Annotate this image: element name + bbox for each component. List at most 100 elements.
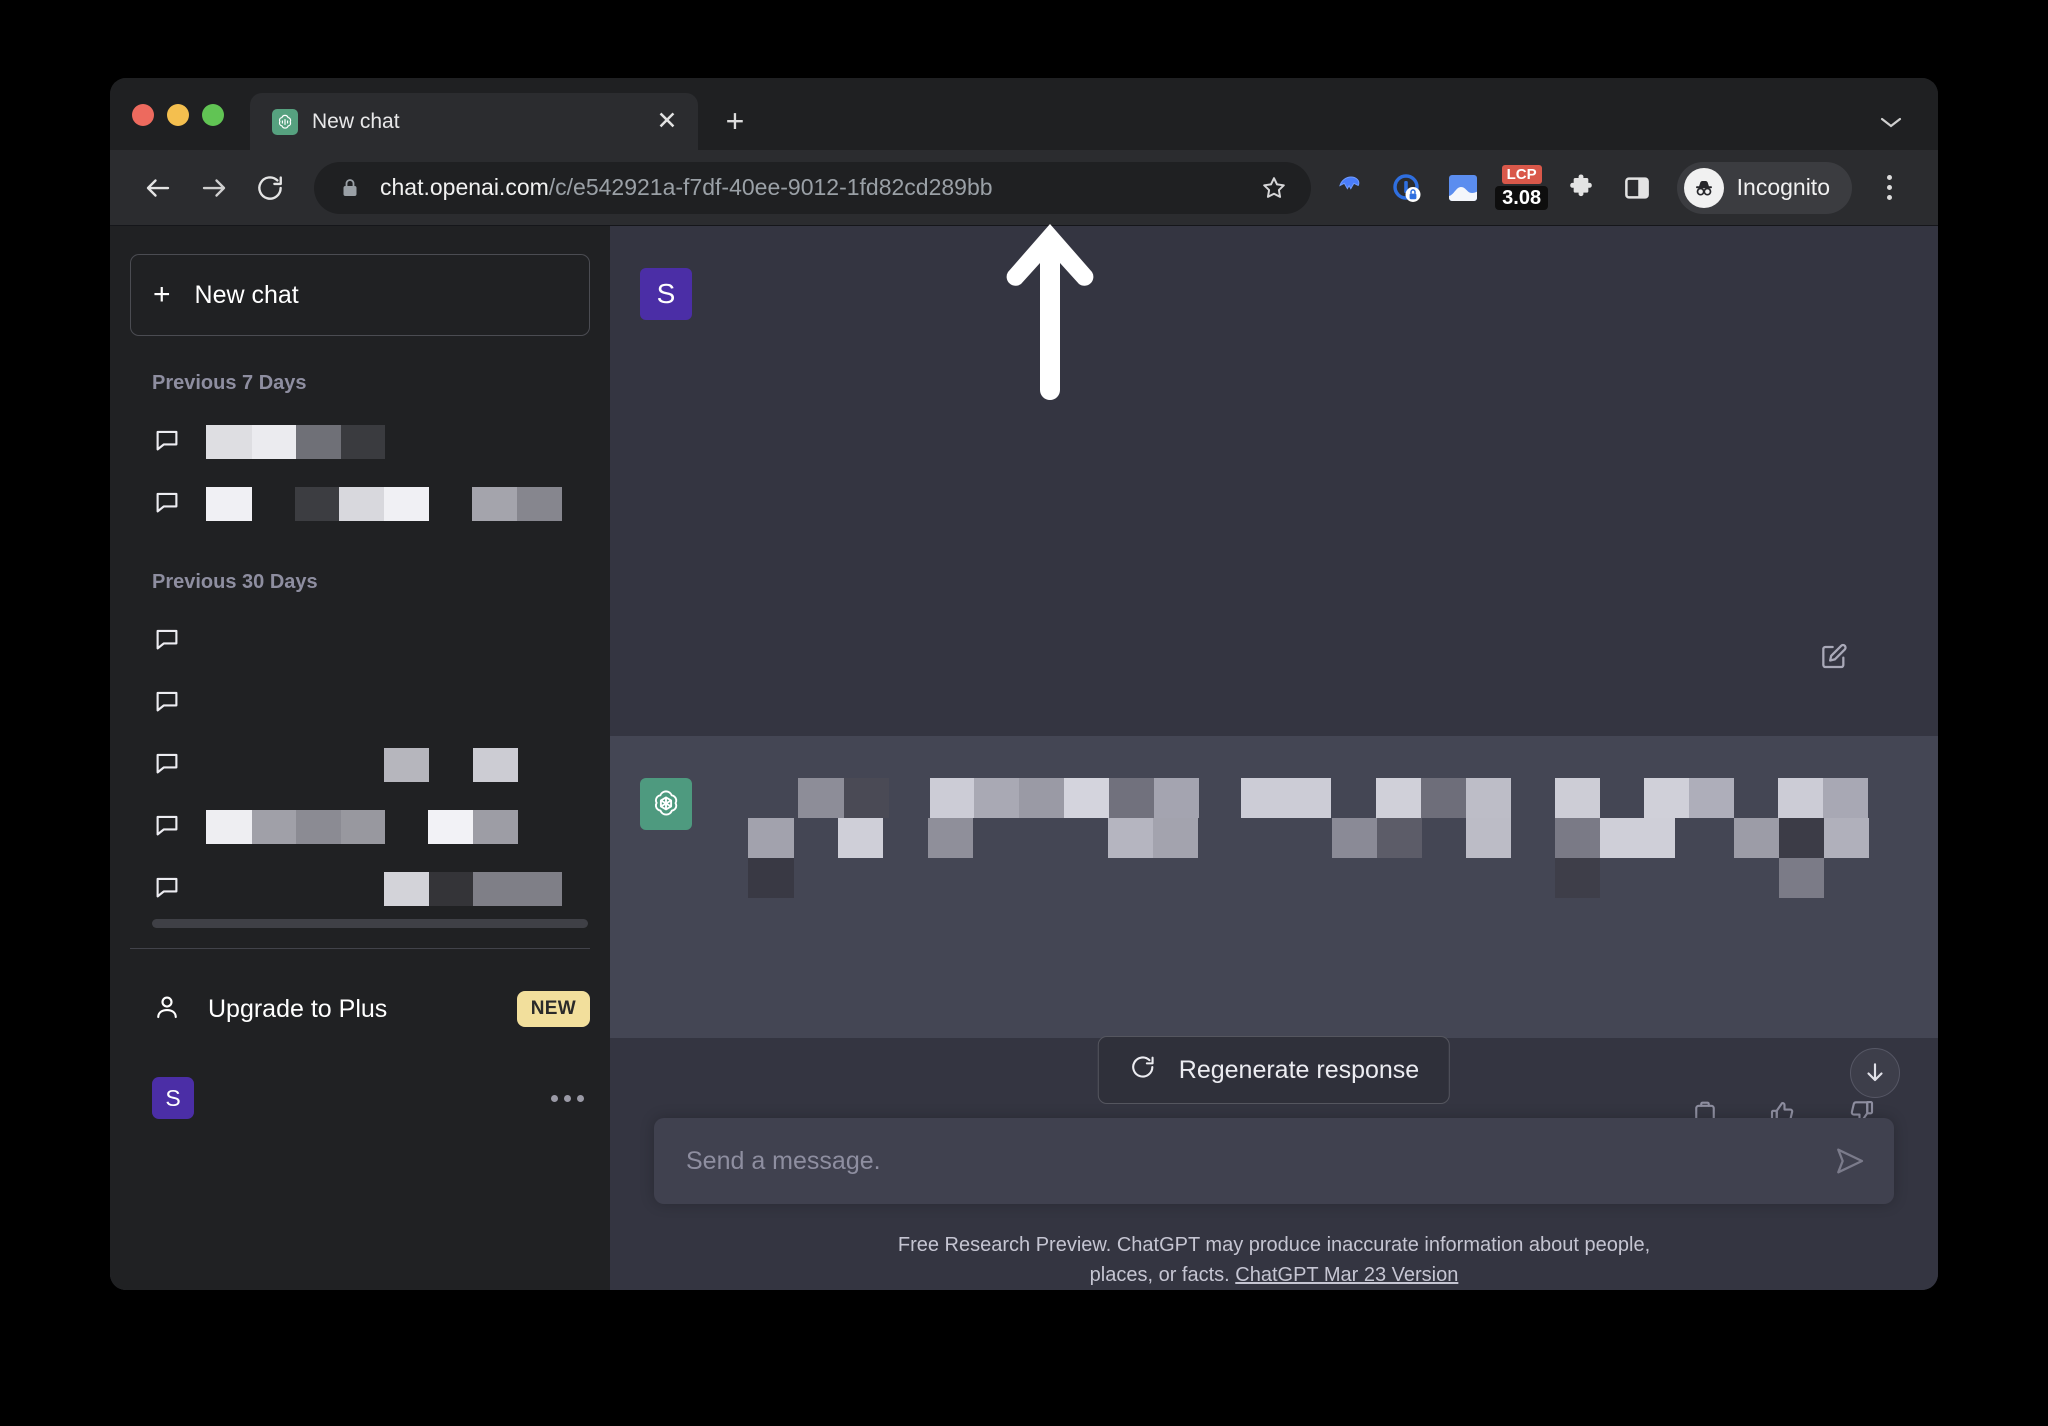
upgrade-to-plus-button[interactable]: Upgrade to Plus NEW (110, 963, 610, 1055)
sidebar-chat-item[interactable] (110, 672, 610, 734)
message-input[interactable]: Send a message. (686, 1147, 1828, 1176)
upgrade-label: Upgrade to Plus (208, 994, 388, 1023)
side-panel-icon[interactable] (1611, 162, 1663, 214)
redaction-block (296, 425, 341, 459)
redaction-block (1555, 778, 1600, 818)
image-capture-icon[interactable] (1437, 162, 1489, 214)
lcp-value: 3.08 (1495, 186, 1549, 211)
redaction-block (1555, 818, 1600, 858)
sidebar-chat-item[interactable] (110, 473, 610, 535)
new-badge: NEW (516, 991, 590, 1027)
redaction-block (1779, 818, 1824, 858)
forward-arrow-icon[interactable] (188, 162, 240, 214)
redaction-block (295, 487, 339, 521)
sidebar-section-label: Previous 30 Days (152, 571, 318, 593)
url-path: /c/e542921a-f7df-40ee-9012-1fd82cd289bb (548, 174, 993, 200)
redaction-block (1466, 818, 1511, 858)
minimize-window-button[interactable] (167, 104, 189, 126)
puzzle-extensions-icon[interactable] (1555, 162, 1607, 214)
browser-tab[interactable]: New chat ✕ (250, 93, 698, 150)
redaction-block (1600, 818, 1675, 858)
three-dot-menu-icon[interactable] (551, 1094, 584, 1102)
sidebar-section-label: Previous 7 Days (152, 372, 307, 394)
chat-title-redacted (206, 624, 590, 658)
composer[interactable]: Send a message. (654, 1118, 1894, 1204)
user-message-body (692, 268, 1938, 694)
chevron-down-icon[interactable] (1878, 110, 1904, 136)
redaction-block (384, 748, 429, 782)
redaction-block (252, 425, 296, 459)
close-window-button[interactable] (132, 104, 154, 126)
redaction-block (1376, 778, 1421, 818)
redaction-block (1689, 778, 1734, 818)
redaction-block (517, 487, 562, 521)
url-bar[interactable]: chat.openai.com/c/e542921a-f7df-40ee-901… (314, 161, 1311, 214)
redaction-block (206, 425, 252, 459)
browser-tab-title: New chat (312, 109, 400, 133)
redacted-line (738, 818, 1898, 858)
profile-label: Incognito (1736, 174, 1830, 200)
profile-incognito-button[interactable]: Incognito (1676, 161, 1852, 214)
privacy-lock-icon[interactable] (1381, 162, 1433, 214)
lcp-metric-badge[interactable]: LCP 3.08 (1493, 162, 1551, 214)
chat-bubble-icon (152, 810, 182, 845)
redaction-block (341, 810, 385, 844)
send-paper-plane-icon[interactable] (1828, 1139, 1872, 1183)
redaction-block (1241, 778, 1331, 818)
zoom-window-button[interactable] (202, 104, 224, 126)
redaction-block (1734, 818, 1779, 858)
sidebar-chat-item[interactable] (110, 734, 610, 796)
redaction-block (1332, 818, 1377, 858)
nordvpn-icon[interactable] (1325, 162, 1377, 214)
new-chat-button[interactable]: + New chat (130, 254, 590, 336)
reload-icon[interactable] (244, 162, 296, 214)
close-icon[interactable]: ✕ (652, 107, 682, 137)
redacted-line (738, 858, 1898, 898)
three-dot-menu-icon[interactable] (1866, 175, 1912, 200)
star-icon[interactable] (1251, 165, 1297, 211)
sidebar-chat-item[interactable] (110, 411, 610, 473)
version-link[interactable]: ChatGPT Mar 23 Version (1235, 1264, 1458, 1286)
redaction-block (252, 810, 296, 844)
redaction-block (206, 487, 252, 521)
edit-pencil-icon[interactable] (1818, 641, 1850, 678)
redaction-block (748, 818, 794, 858)
new-chat-label: New chat (194, 280, 299, 309)
sidebar-chat-item[interactable] (110, 796, 610, 858)
redaction-block (1466, 778, 1511, 818)
sidebar-chat-item[interactable] (110, 858, 610, 928)
openai-logo-icon (640, 778, 692, 830)
sidebar-section-items (110, 411, 610, 535)
chat-title-redacted (206, 810, 590, 844)
sidebar-scrollbar[interactable] (152, 919, 588, 928)
redaction-block (339, 487, 384, 521)
redaction-block (928, 818, 973, 858)
redaction-block (473, 748, 518, 782)
chat-title-redacted (206, 487, 590, 521)
sidebar-divider (130, 948, 590, 949)
redaction-block (1824, 818, 1869, 858)
redaction-block (838, 818, 883, 858)
redaction-block (1779, 858, 1824, 898)
back-arrow-icon[interactable] (132, 162, 184, 214)
assistant-message-body (692, 778, 1938, 996)
plus-icon[interactable]: + (712, 98, 758, 144)
regenerate-response-button[interactable]: Regenerate response (1097, 1036, 1451, 1104)
refresh-icon (1129, 1053, 1157, 1088)
redaction-block (1153, 818, 1198, 858)
lock-icon (340, 177, 360, 199)
redaction-block (1154, 778, 1199, 818)
window-traffic-lights (132, 104, 250, 150)
scroll-to-bottom-button[interactable] (1850, 1048, 1900, 1098)
chat-bubble-icon (152, 487, 182, 522)
chat-title-redacted (206, 748, 590, 782)
openai-logo-icon (272, 108, 298, 135)
redaction-block (1823, 778, 1868, 818)
chat-bubble-icon (152, 748, 182, 783)
chat-bubble-icon (152, 624, 182, 659)
redaction-block (473, 810, 518, 844)
sidebar-user-row[interactable]: S (110, 1055, 610, 1141)
redaction-block (428, 810, 473, 844)
sidebar-chat-item[interactable] (110, 610, 610, 672)
chat-title-redacted (206, 872, 590, 906)
